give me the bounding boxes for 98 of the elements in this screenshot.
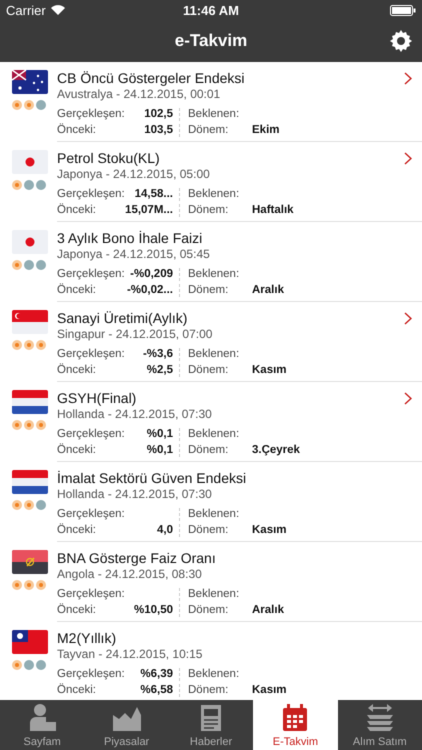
- field-label: Önceki:: [57, 204, 96, 218]
- field-label: Beklenen:: [188, 348, 240, 362]
- field-value: %2,5: [146, 364, 173, 378]
- settings-icon[interactable]: [390, 30, 412, 52]
- field-label: Gerçekleşen:: [57, 668, 125, 682]
- nav-title: e-Takvim: [174, 31, 248, 51]
- field-value: -%0,209: [130, 268, 173, 282]
- flag-icon: [12, 150, 48, 174]
- field-value: -%3,6: [142, 348, 173, 362]
- event-subtitle: Japonya - 24.12.2015, 05:00: [57, 168, 211, 182]
- field-label: Gerçekleşen:: [57, 188, 125, 202]
- field-label: Gerçekleşen:: [57, 348, 125, 362]
- field-label: Beklenen:: [188, 188, 240, 202]
- field-value: Kasım: [252, 684, 287, 698]
- event-subtitle: Avustralya - 24.12.2015, 00:01: [57, 88, 222, 102]
- calendar-icon: [283, 704, 308, 730]
- field-value: 3.Çeyrek: [252, 444, 300, 458]
- chevron-icon[interactable]: [404, 312, 412, 325]
- field-value: 14,58...: [134, 188, 173, 202]
- event-title: Sanayi Üretimi(Aylık): [57, 310, 188, 326]
- field-label: Önceki:: [57, 604, 96, 618]
- field-value: Aralık: [252, 284, 284, 298]
- field-label: Gerçekleşen:: [57, 268, 125, 282]
- event-title: BNA Gösterge Faiz Oranı: [57, 550, 217, 566]
- person-icon: [30, 704, 56, 730]
- chevron-icon[interactable]: [404, 72, 412, 85]
- flag-icon: [12, 630, 48, 654]
- status-time: 11:46 AM: [183, 2, 239, 18]
- field-label: Gerçekleşen:: [57, 508, 125, 522]
- field-label: Beklenen:: [188, 588, 240, 602]
- event-title: GSYH(Final): [57, 390, 138, 406]
- field-value: %6,58: [140, 684, 173, 698]
- field-label: Gerçekleşen:: [57, 108, 125, 122]
- event-subtitle: Singapur - 24.12.2015, 07:00: [57, 328, 214, 342]
- field-label: Dönem:: [188, 604, 230, 618]
- field-value: -%0,02...: [126, 284, 173, 298]
- field-label: Önceki:: [57, 524, 96, 538]
- flag-icon: [12, 310, 48, 334]
- chevron-icon[interactable]: [404, 152, 412, 165]
- event-subtitle: Hollanda - 24.12.2015, 07:30: [57, 408, 213, 422]
- field-label: Dönem:: [188, 684, 230, 698]
- field-label: Beklenen:: [188, 508, 240, 522]
- tab-button[interactable]: Sayfam: [0, 700, 84, 750]
- field-label: Önceki:: [57, 684, 96, 698]
- field-value: Haftalık: [252, 204, 294, 218]
- mountain-chart-icon: [112, 706, 141, 730]
- tab-button[interactable]: Alım Satım: [338, 700, 422, 750]
- field-value: 15,07M...: [125, 204, 173, 218]
- event-title: M2(Yıllık): [57, 630, 118, 646]
- flag-icon: [12, 70, 48, 94]
- field-label: Dönem:: [188, 124, 230, 138]
- field-label: Gerçekleşen:: [57, 588, 125, 602]
- field-label: Gerçekleşen:: [57, 428, 125, 442]
- field-value: Kasım: [252, 524, 287, 538]
- event-title: 3 Aylık Bono İhale Faizi: [57, 230, 204, 246]
- field-label: Önceki:: [57, 124, 96, 138]
- event-title: İmalat Sektörü Güven Endeksi: [57, 470, 248, 486]
- field-label: Beklenen:: [188, 668, 240, 682]
- tab-button[interactable]: Piyasalar: [84, 700, 169, 750]
- field-label: Dönem:: [188, 524, 230, 538]
- field-label: Dönem:: [188, 204, 230, 218]
- field-label: Beklenen:: [188, 268, 240, 282]
- flag-icon: [12, 550, 48, 574]
- field-label: Önceki:: [57, 364, 96, 378]
- battery-icon: [390, 4, 416, 16]
- exchange-icon: [366, 704, 393, 730]
- flag-icon: [12, 390, 48, 414]
- field-label: Dönem:: [188, 364, 230, 378]
- field-value: Aralık: [252, 604, 284, 618]
- event-title: Petrol Stoku(KL): [57, 150, 161, 166]
- field-value: %10,50: [134, 604, 173, 618]
- field-value: 103,5: [144, 124, 173, 138]
- field-value: %6,39: [140, 668, 173, 682]
- event-subtitle: Hollanda - 24.12.2015, 07:30: [57, 488, 213, 502]
- tab-button[interactable]: Haberler: [168, 700, 254, 750]
- field-label: Dönem:: [188, 444, 230, 458]
- event-subtitle: Angola - 24.12.2015, 08:30: [57, 568, 203, 582]
- field-value: Ekim: [252, 124, 280, 138]
- field-value: %0,1: [146, 444, 173, 458]
- field-label: Önceki:: [57, 444, 96, 458]
- tab-button[interactable]: E-Takvim: [253, 700, 338, 750]
- field-label: Önceki:: [57, 284, 96, 298]
- field-value: %0,1: [146, 428, 173, 442]
- carrier-label: Carrier: [6, 2, 46, 18]
- flag-icon: [12, 470, 48, 494]
- field-value: Kasım: [252, 364, 287, 378]
- event-title: CB Öncü Göstergeler Endeksi: [57, 70, 246, 86]
- flag-icon: [12, 230, 48, 254]
- field-label: Beklenen:: [188, 428, 240, 442]
- field-value: 4,0: [157, 524, 173, 538]
- field-value: 102,5: [144, 108, 173, 122]
- chevron-icon[interactable]: [404, 392, 412, 405]
- event-subtitle: Japonya - 24.12.2015, 05:45: [57, 248, 211, 262]
- field-label: Dönem:: [188, 284, 230, 298]
- wifi-icon: [50, 5, 65, 15]
- newspaper-icon: [201, 704, 222, 730]
- field-label: Beklenen:: [188, 108, 240, 122]
- event-subtitle: Tayvan - 24.12.2015, 10:15: [57, 648, 204, 662]
